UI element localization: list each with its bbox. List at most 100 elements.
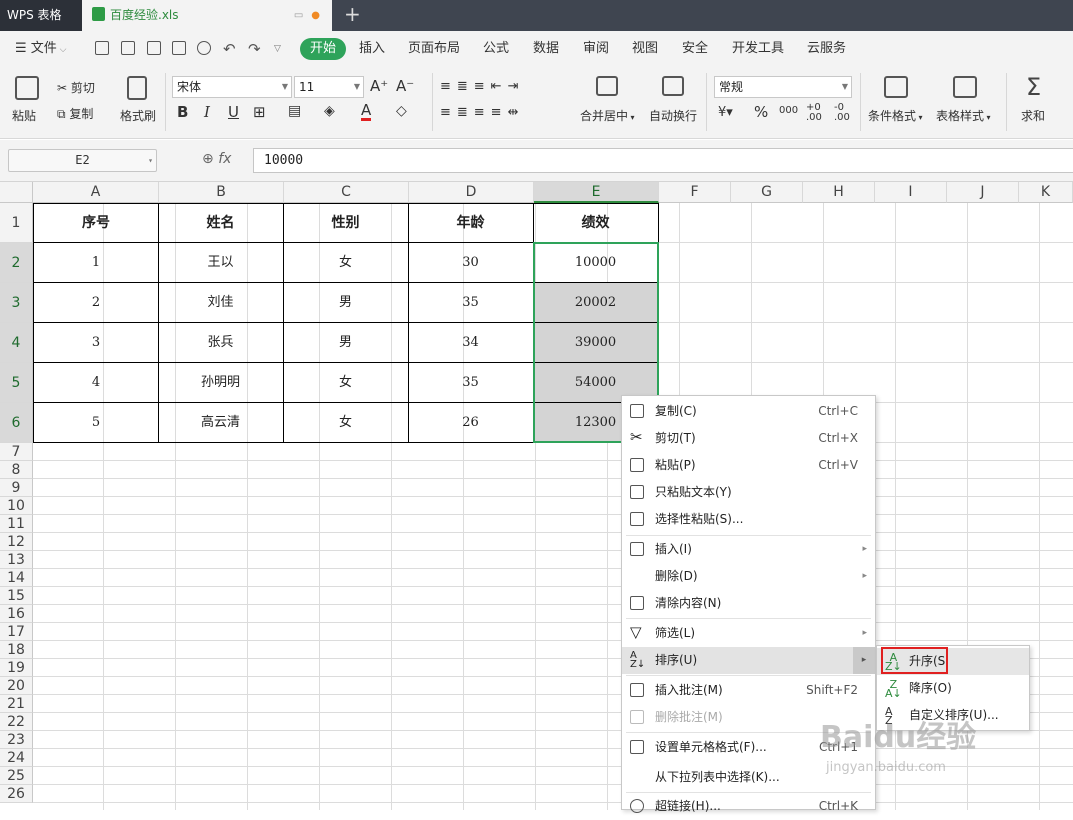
borders-icon[interactable]: ⊞ [253, 103, 266, 121]
conditional-format-icon[interactable] [884, 76, 908, 98]
row-header[interactable]: 4 [0, 323, 33, 363]
restore-window-icon[interactable]: ▭ [294, 10, 303, 21]
row-header[interactable]: 26 [0, 785, 33, 803]
row-header[interactable]: 11 [0, 515, 33, 533]
row-header[interactable]: 21 [0, 695, 33, 713]
table-header-cell[interactable]: 绩效 [533, 203, 659, 243]
vertical-align-icons[interactable]: ≡≣≡⇤⇥ [440, 79, 524, 94]
table-cell[interactable]: 1 [33, 243, 159, 283]
row-header[interactable]: 12 [0, 533, 33, 551]
column-header-f[interactable]: F [659, 182, 731, 203]
row-header[interactable]: 7 [0, 443, 33, 461]
menu-item-insert-comment[interactable]: 插入批注(M) Shift+F2 [622, 677, 875, 704]
name-box[interactable]: E2 ▾ [8, 149, 157, 172]
table-cell[interactable]: 2 [33, 283, 159, 323]
menu-item-cut[interactable]: ✂ 剪切(T) Ctrl+X [622, 425, 875, 452]
row-header[interactable]: 5 [0, 363, 33, 403]
tab-developer[interactable]: 开发工具 [732, 31, 784, 67]
table-cell[interactable]: 20002 [533, 283, 659, 323]
currency-icon[interactable]: ¥▾ [718, 105, 733, 120]
new-tab-button[interactable]: + [344, 0, 361, 31]
row-header[interactable]: 20 [0, 677, 33, 695]
table-cell[interactable]: 孙明明 [158, 363, 284, 403]
table-cell[interactable]: 4 [33, 363, 159, 403]
menu-item-clear[interactable]: 清除内容(N) [622, 590, 875, 617]
table-header-cell[interactable]: 姓名 [158, 203, 284, 243]
table-cell[interactable]: 34 [408, 323, 534, 363]
row-header[interactable]: 16 [0, 605, 33, 623]
sort-descending-item[interactable]: Z A↓ 降序(O) [877, 675, 1029, 702]
tab-security[interactable]: 安全 [682, 31, 708, 67]
document-tab[interactable]: 百度经验.xls ▭ ● [82, 0, 332, 31]
row-header[interactable]: 2 [0, 243, 33, 283]
column-header-c[interactable]: C [284, 182, 409, 203]
row-header[interactable]: 19 [0, 659, 33, 677]
row-header[interactable]: 8 [0, 461, 33, 479]
print-icon[interactable] [172, 41, 186, 55]
row-header[interactable]: 25 [0, 767, 33, 785]
conditional-border-icon[interactable]: ▤ [288, 103, 301, 119]
table-cell[interactable]: 高云清 [158, 403, 284, 443]
tab-insert[interactable]: 插入 [359, 31, 385, 67]
column-header-i[interactable]: I [875, 182, 947, 203]
tab-page-layout[interactable]: 页面布局 [408, 31, 460, 67]
bold-button[interactable]: B [177, 103, 188, 121]
column-header-b[interactable]: B [159, 182, 284, 203]
zoom-icon[interactable]: ⊕ [202, 151, 214, 167]
tab-cloud-services[interactable]: 云服务 [807, 31, 846, 67]
tab-data[interactable]: 数据 [533, 31, 559, 67]
menu-item-copy[interactable]: 复制(C) Ctrl+C [622, 398, 875, 425]
customize-toolbar-icon[interactable]: ▽ [274, 31, 281, 67]
function-icon[interactable]: fx [218, 151, 231, 167]
column-header-d[interactable]: D [409, 182, 534, 203]
row-header[interactable]: 3 [0, 283, 33, 323]
table-cell[interactable]: 张兵 [158, 323, 284, 363]
cut-button[interactable]: ✂ 剪切 [57, 79, 95, 96]
format-painter-button[interactable]: 格式刷 [120, 107, 156, 124]
menu-item-insert[interactable]: 插入(I) ▸ [622, 536, 875, 563]
table-cell[interactable]: 5 [33, 403, 159, 443]
wrap-text-button[interactable]: 自动换行 [649, 107, 697, 124]
font-name-select[interactable]: 宋体 ▼ [172, 76, 292, 98]
table-header-cell[interactable]: 性别 [283, 203, 409, 243]
row-header[interactable]: 23 [0, 731, 33, 749]
increase-decimal-icon[interactable]: +0.00 [806, 103, 822, 123]
row-header[interactable]: 17 [0, 623, 33, 641]
menu-item-paste-text[interactable]: 只粘贴文本(Y) [622, 479, 875, 506]
horizontal-align-icons[interactable]: ≡≣≡≡⇹ [440, 105, 524, 120]
row-header[interactable]: 18 [0, 641, 33, 659]
row-header[interactable]: 22 [0, 713, 33, 731]
table-cell[interactable]: 刘佳 [158, 283, 284, 323]
row-header[interactable]: 6 [0, 403, 33, 443]
copy-button[interactable]: ⧉ 复制 [57, 105, 93, 122]
menu-item-hyperlink[interactable]: 超链接(H)... Ctrl+K [622, 793, 875, 820]
column-header-g[interactable]: G [731, 182, 803, 203]
open-icon[interactable] [95, 41, 109, 55]
table-header-cell[interactable]: 年龄 [408, 203, 534, 243]
decrease-font-icon[interactable]: A⁻ [396, 77, 414, 95]
font-color-button[interactable]: A [361, 102, 372, 121]
column-header-e[interactable]: E [534, 182, 659, 203]
tab-home[interactable]: 开始 [300, 38, 347, 60]
underline-button[interactable]: U [228, 103, 239, 121]
save-icon[interactable] [121, 41, 135, 55]
menu-item-paste-special[interactable]: 选择性粘贴(S)... [622, 506, 875, 533]
row-header[interactable]: 9 [0, 479, 33, 497]
font-size-select[interactable]: 11 ▼ [294, 76, 364, 98]
paste-button[interactable]: 粘贴 [12, 107, 36, 124]
sum-icon[interactable]: Σ [1026, 73, 1041, 101]
undo-icon[interactable]: ↶ [223, 31, 236, 67]
table-cell[interactable]: 女 [283, 363, 409, 403]
column-header-k[interactable]: K [1019, 182, 1073, 203]
table-cell[interactable]: 男 [283, 283, 409, 323]
table-cell[interactable]: 女 [283, 403, 409, 443]
conditional-format-button[interactable]: 条件格式 ▾ [868, 107, 923, 124]
tab-review[interactable]: 审阅 [583, 31, 609, 67]
table-style-button[interactable]: 表格样式 ▾ [936, 107, 991, 124]
merge-center-icon[interactable] [596, 76, 618, 96]
table-cell[interactable]: 35 [408, 283, 534, 323]
wrap-text-icon[interactable] [662, 76, 684, 96]
table-cell[interactable]: 39000 [533, 323, 659, 363]
row-header[interactable]: 15 [0, 587, 33, 605]
eraser-icon[interactable]: ◇ [396, 103, 407, 119]
